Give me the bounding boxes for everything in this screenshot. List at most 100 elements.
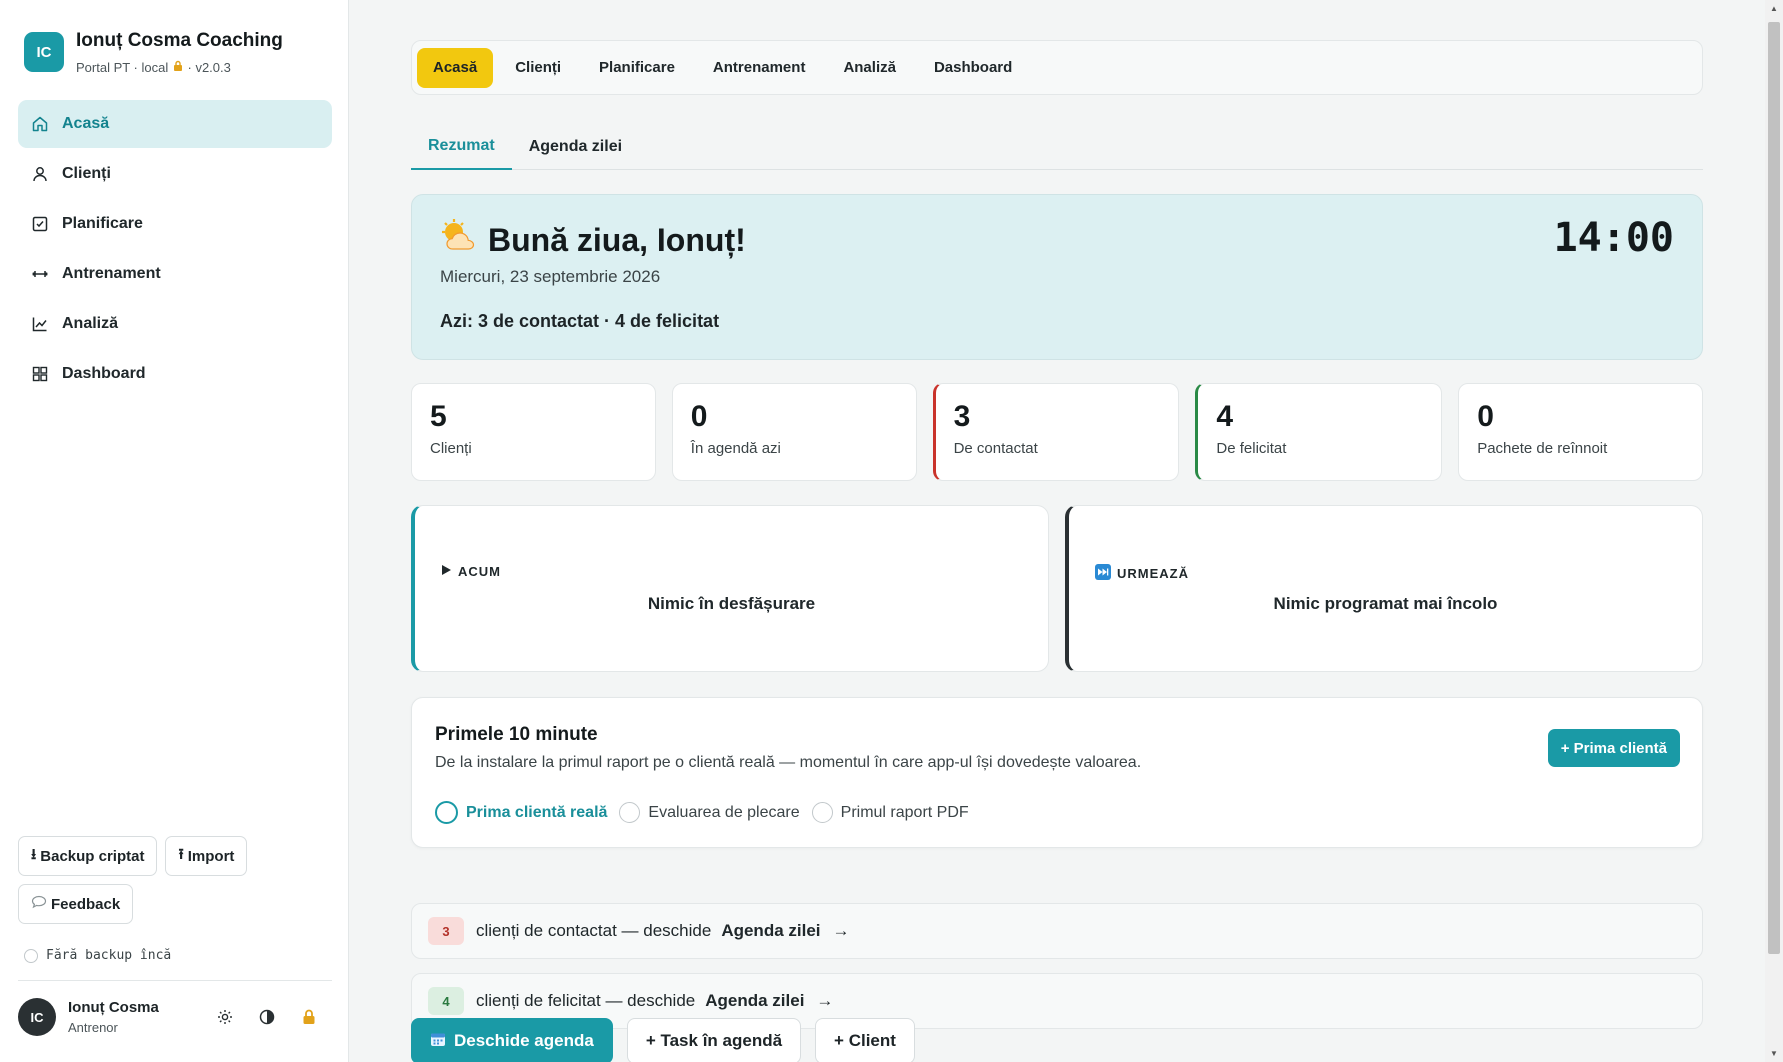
add-task-button[interactable]: + Task în agendă — [626, 1018, 802, 1062]
page-scrollbar[interactable]: ▲ ▼ — [1765, 0, 1783, 1062]
stat-de-felicitat[interactable]: 4 De felicitat — [1195, 383, 1443, 481]
brand-subtitle: Portal PT · local · v2.0.3 — [76, 60, 283, 75]
greeting-card: Bună ziua, Ionuț! Miercuri, 23 septembri… — [411, 194, 1703, 360]
tab-dashboard[interactable]: Dashboard — [918, 48, 1028, 88]
brand-subtitle-location: Portal PT · local — [76, 60, 169, 75]
scrollbar-thumb[interactable] — [1768, 22, 1780, 954]
lock-icon — [172, 60, 188, 75]
scroll-down-icon[interactable]: ▼ — [1769, 1049, 1779, 1058]
import-button-label: Import — [187, 847, 235, 865]
step-raport-pdf[interactable]: Primul raport PDF — [811, 802, 969, 823]
sidebar-item-planificare[interactable]: Planificare — [18, 200, 332, 248]
stat-label: În agendă azi — [690, 440, 781, 457]
fast-forward-icon — [1095, 564, 1111, 583]
avatar[interactable]: IC — [18, 998, 56, 1036]
sidebar-item-acasa[interactable]: Acasă — [18, 100, 332, 148]
status-dot-icon — [24, 948, 38, 963]
sidebar-actions: ⭳ Backup criptat ⭱ Import Feedback — [18, 836, 332, 932]
greeting-text: Bună ziua, Ionuț! — [488, 221, 746, 258]
scroll-up-icon[interactable]: ▲ — [1769, 4, 1779, 13]
brand-logo: IC — [24, 32, 64, 72]
backup-status: Fără backup încă — [24, 948, 171, 963]
stat-in-agenda[interactable]: 0 În agendă azi — [671, 383, 917, 481]
tab-planificare[interactable]: Planificare — [583, 48, 691, 88]
user-actions — [214, 1006, 332, 1028]
tab-acasa[interactable]: Acasă — [417, 47, 494, 88]
tab-antrenament[interactable]: Antrenament — [697, 48, 822, 88]
grid-icon — [30, 364, 50, 384]
import-button[interactable]: ⭱ Import — [165, 836, 248, 876]
onboarding-steps: Prima clientă reală Evaluarea de plecare… — [435, 801, 969, 824]
backup-button[interactable]: ⭳ Backup criptat — [18, 836, 158, 876]
current-date: Miercuri, 23 septembrie 2026 — [440, 267, 661, 286]
step-label: Primul raport PDF — [840, 803, 969, 821]
step-prima-clienta[interactable]: Prima clientă reală — [435, 801, 607, 824]
brand-version: · v2.0.3 — [187, 60, 231, 75]
onboarding-card: Primele 10 minute De la instalare la pri… — [411, 697, 1703, 848]
lock-icon[interactable] — [298, 1006, 320, 1028]
stat-clienti[interactable]: 5 Clienți — [411, 383, 656, 481]
onboarding-title: Primele 10 minute — [435, 724, 598, 745]
contrast-icon[interactable] — [256, 1006, 278, 1028]
stat-value: 4 — [1216, 400, 1234, 433]
home-icon — [30, 114, 50, 134]
brand: IC Ionuț Cosma Coaching Portal PT · loca… — [24, 30, 283, 75]
stat-de-contactat[interactable]: 3 De contactat — [932, 383, 1180, 481]
now-next-panels: ACUM Nimic în desfășurare URMEAZĂ Nimic … — [411, 505, 1703, 672]
next-label-text: URMEAZĂ — [1117, 566, 1189, 581]
sidebar-item-antrenament[interactable]: Antrenament — [18, 250, 332, 298]
checklist-icon — [30, 214, 50, 234]
user-role: Antrenor — [68, 1020, 118, 1035]
contact-reminder-row[interactable]: 3 clienți de contactat — deschide Agenda… — [411, 903, 1703, 959]
step-evaluarea[interactable]: Evaluarea de plecare — [619, 802, 800, 823]
arrow-right-icon: → — [832, 921, 850, 940]
open-agenda-button[interactable]: Deschide agenda — [411, 1018, 613, 1062]
feedback-button[interactable]: Feedback — [18, 884, 134, 924]
settings-gear-icon[interactable] — [214, 1006, 236, 1028]
feedback-button-label: Feedback — [51, 895, 121, 913]
sidebar-item-analiza[interactable]: Analiză — [18, 300, 332, 348]
next-panel: URMEAZĂ Nimic programat mai încolo — [1065, 505, 1703, 672]
calendar-icon — [430, 1031, 446, 1052]
quick-actions: Deschide agenda + Task în agendă + Clien… — [411, 1018, 915, 1062]
tab-clienti[interactable]: Clienți — [499, 48, 577, 88]
agenda-link[interactable]: Agenda zilei — [705, 991, 804, 1011]
agenda-link[interactable]: Agenda zilei — [721, 921, 820, 941]
subtab-agenda-zilei[interactable]: Agenda zilei — [512, 124, 639, 170]
count-badge: 4 — [428, 987, 464, 1015]
play-icon — [441, 564, 452, 579]
sidebar-item-label: Analiză — [62, 315, 119, 332]
stat-value: 3 — [953, 400, 971, 433]
today-summary: Azi: 3 de contactat · 4 de felicitat — [440, 311, 720, 331]
step-label: Prima clientă reală — [466, 803, 608, 821]
greeting-heading: Bună ziua, Ionuț! — [440, 219, 746, 261]
stat-label: De contactat — [953, 440, 1038, 457]
chart-line-icon — [30, 314, 50, 334]
sidebar-nav: Acasă Clienți Planificare Antrenament An… — [18, 100, 332, 400]
stat-pachete[interactable]: 0 Pachete de reînnoit — [1458, 383, 1703, 481]
step-circle-icon — [811, 802, 833, 823]
tab-analiza[interactable]: Analiză — [827, 48, 912, 88]
reminder-text: clienți de felicitat — deschide — [476, 991, 696, 1010]
add-first-client-button[interactable]: + Prima clientă — [1547, 729, 1680, 767]
onboarding-description: De la instalare la primul raport pe o cl… — [435, 754, 1142, 771]
sidebar-item-dashboard[interactable]: Dashboard — [18, 350, 332, 398]
sun-behind-cloud-icon — [440, 219, 478, 261]
backup-button-label: Backup criptat — [40, 847, 145, 865]
step-circle-icon — [619, 802, 641, 823]
sidebar-item-label: Dashboard — [62, 365, 146, 382]
sidebar-item-clienti[interactable]: Clienți — [18, 150, 332, 198]
stat-value: 0 — [690, 400, 708, 433]
sidebar-item-label: Acasă — [62, 115, 110, 132]
now-status: Nimic în desfășurare — [647, 594, 816, 613]
stat-label: De felicitat — [1216, 440, 1287, 457]
add-client-button[interactable]: + Client — [815, 1018, 915, 1062]
sidebar-item-label: Planificare — [62, 215, 143, 232]
reminder-text: clienți de contactat — deschide — [476, 921, 712, 940]
dumbbell-icon — [30, 264, 50, 284]
open-agenda-label: Deschide agenda — [454, 1031, 594, 1050]
subtab-rezumat[interactable]: Rezumat — [411, 124, 512, 170]
sidebar-divider — [18, 980, 332, 981]
sub-tabs: Rezumat Agenda zilei — [411, 124, 1703, 170]
sidebar-item-label: Clienți — [62, 165, 111, 182]
